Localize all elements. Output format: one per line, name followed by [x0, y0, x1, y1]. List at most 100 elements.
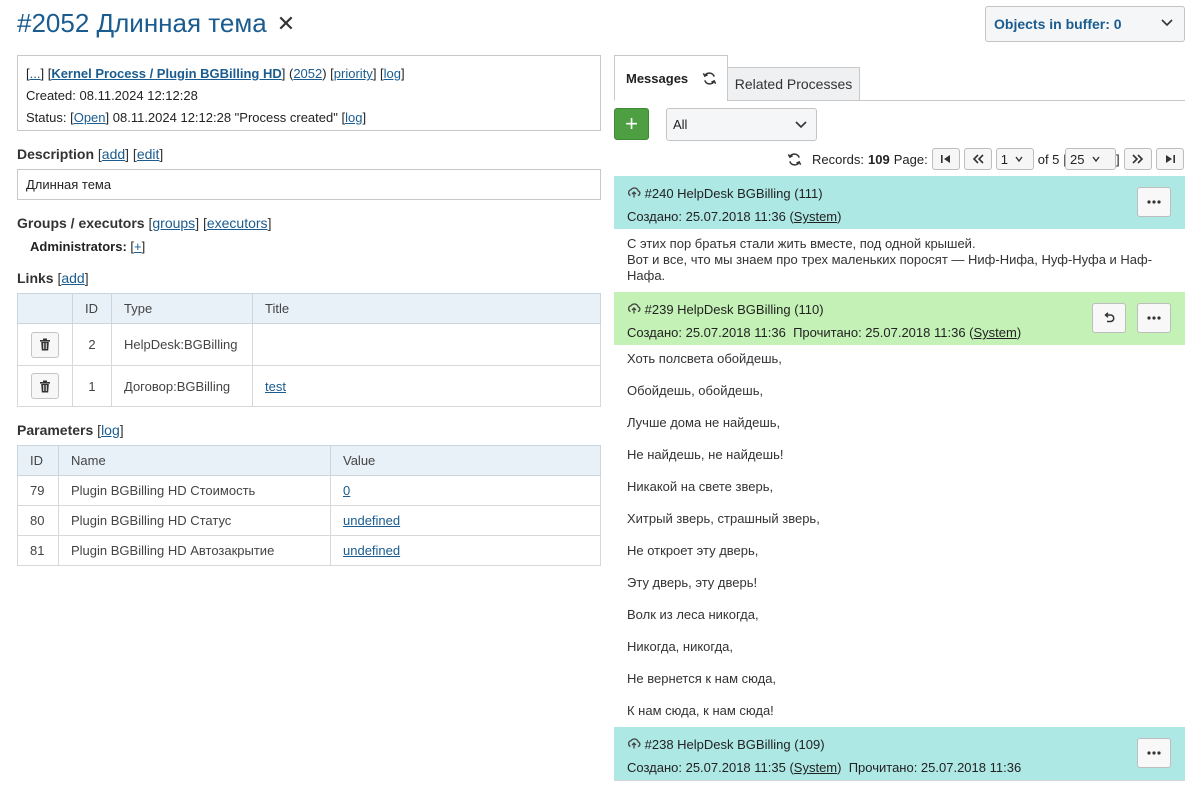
groups-link[interactable]: groups [152, 215, 195, 231]
cloud-upload-icon [628, 187, 641, 198]
refresh-icon[interactable] [787, 152, 802, 167]
undo-icon [1104, 312, 1115, 323]
message-header[interactable]: #240 HelpDesk BGBilling (111) Создано: 2… [614, 176, 1185, 229]
last-page-icon [1165, 155, 1175, 163]
column-header: ID [72, 293, 112, 324]
message-line: Волк из леса никогда, [627, 607, 759, 622]
cell-type: HelpDesk:BGBilling [111, 323, 253, 366]
page-title: #2052 Длинная тема ✕ [17, 8, 295, 39]
message-line: Никакой на свете зверь, [627, 479, 774, 494]
created-value: 08.11.2024 12:12:28 [79, 88, 198, 103]
param-value-link[interactable]: 0 [343, 483, 350, 498]
links-add-link[interactable]: add [61, 270, 84, 286]
delete-link-button[interactable] [31, 373, 59, 399]
param-value-link[interactable]: undefined [343, 513, 400, 528]
status-log-link[interactable]: log [345, 110, 362, 125]
trash-icon [40, 380, 50, 392]
message-body: Хоть полсвета обойдешь, Обойдешь, обойде… [614, 343, 1185, 727]
next-page-button[interactable] [1123, 148, 1152, 170]
refresh-icon[interactable] [702, 71, 717, 86]
executors-link[interactable]: executors [207, 215, 268, 231]
per-page-select[interactable]: 25 [1065, 148, 1117, 170]
parameters-table: ID Name Value 79 Plugin BGBilling HD Сто… [17, 445, 601, 566]
add-message-button[interactable]: + [614, 108, 649, 140]
message-line: Хоть полсвета обойдешь, [627, 351, 782, 366]
param-value-link[interactable]: undefined [343, 543, 400, 558]
created-label: Created: [26, 88, 76, 103]
cell-id: 1 [72, 365, 112, 407]
message-line: Никогда, никогда, [627, 639, 733, 654]
message-unread-button[interactable] [1092, 303, 1126, 333]
cloud-upload-icon [628, 303, 641, 314]
tab-messages[interactable]: Messages [614, 55, 728, 101]
pager: Records: 109 Page: 1 of 5 [ 25 ] [787, 147, 1184, 171]
parameters-log-link[interactable]: log [101, 422, 120, 438]
log-link[interactable]: log [384, 66, 401, 81]
status-link[interactable]: Open [74, 110, 106, 125]
more-icon [1147, 751, 1161, 755]
message-filter-select[interactable]: All [666, 108, 817, 141]
tab-bar: Messages Related Processes [614, 55, 1185, 101]
message-header[interactable]: #238 HelpDesk BGBilling (109) Создано: 2… [614, 727, 1185, 780]
process-id-link[interactable]: 2052 [293, 66, 322, 81]
message-user-link[interactable]: System [974, 325, 1017, 340]
message-line: Не вернется к нам сюда, [627, 671, 777, 686]
add-executor-link[interactable]: + [134, 239, 142, 254]
message-divider [614, 780, 1185, 781]
close-icon[interactable]: ✕ [277, 11, 295, 37]
parameters-heading: Parameters [log] [17, 422, 124, 438]
last-page-button[interactable] [1155, 148, 1184, 170]
description-edit-link[interactable]: edit [137, 146, 160, 162]
cell-id: 80 [17, 505, 59, 536]
link-title-test[interactable]: test [265, 379, 286, 394]
message-line: Эту дверь, эту дверь! [627, 575, 758, 590]
trash-icon [40, 338, 50, 351]
message-created: Создано: 25.07.2018 11:35 [627, 760, 786, 775]
first-page-button[interactable] [931, 148, 960, 170]
prev-page-button[interactable] [963, 148, 992, 170]
links-heading: Links [add] [17, 270, 89, 286]
cell-type: Договор:BGBilling [111, 365, 253, 407]
tab-related-processes[interactable]: Related Processes [727, 67, 860, 101]
cell-name: Plugin BGBilling HD Стоимость [58, 475, 331, 506]
table-row: 79 Plugin BGBilling HD Стоимость 0 [17, 475, 601, 506]
page-select[interactable]: 1 [995, 148, 1034, 170]
message-menu-button[interactable] [1137, 303, 1171, 333]
description-value: Длинная тема [17, 169, 601, 200]
description-add-link[interactable]: add [102, 146, 125, 162]
message-line: С этих пор братья стали жить вместе, под… [627, 236, 976, 251]
description-heading: Description [add] [edit] [17, 146, 164, 162]
delete-link-button[interactable] [31, 331, 59, 358]
message-menu-button[interactable] [1137, 738, 1171, 768]
message-user-link[interactable]: System [794, 760, 837, 775]
links-table: ID Type Title 2 HelpDesk:BGBilling 1 Дог… [17, 293, 601, 407]
more-icon [1147, 316, 1161, 320]
priority-link[interactable]: priority [334, 66, 373, 81]
cell-name: Plugin BGBilling HD Статус [58, 505, 331, 536]
table-header-row: ID Name Value [17, 445, 601, 476]
message-subject: #240 HelpDesk BGBilling (111) [644, 186, 823, 201]
kernel-link[interactable]: Kernel Process / Plugin BGBilling HD [51, 66, 281, 81]
status-text: 08.11.2024 12:12:28 "Process created" [112, 110, 338, 125]
cell-title [252, 323, 601, 366]
cell-id: 81 [17, 535, 59, 566]
objects-buffer-dropdown[interactable]: Objects in buffer: 0 [985, 6, 1185, 42]
message-line: Хитрый зверь, страшный зверь, [627, 511, 820, 526]
message-line: К нам сюда, к нам сюда! [627, 703, 774, 718]
column-header: Title [252, 293, 601, 324]
message-line: Обойдешь, обойдешь, [627, 383, 764, 398]
table-row: 1 Договор:BGBilling test [17, 365, 601, 407]
process-info: [...] [Kernel Process / Plugin BGBilling… [17, 55, 601, 131]
ellipsis-link[interactable]: ... [30, 66, 41, 81]
cell-name: Plugin BGBilling HD Автозакрытие [58, 535, 331, 566]
double-chevron-left-icon [972, 154, 984, 164]
message-menu-button[interactable] [1137, 187, 1171, 217]
message-line: Не откроет эту дверь, [627, 543, 759, 558]
table-row: 2 HelpDesk:BGBilling [17, 323, 601, 366]
cell-id: 79 [17, 475, 59, 506]
message-user-link[interactable]: System [794, 209, 837, 224]
first-page-icon [940, 155, 950, 163]
column-header: ID [17, 445, 59, 476]
column-header: Name [58, 445, 331, 476]
message-line: Нафа. [627, 268, 666, 283]
